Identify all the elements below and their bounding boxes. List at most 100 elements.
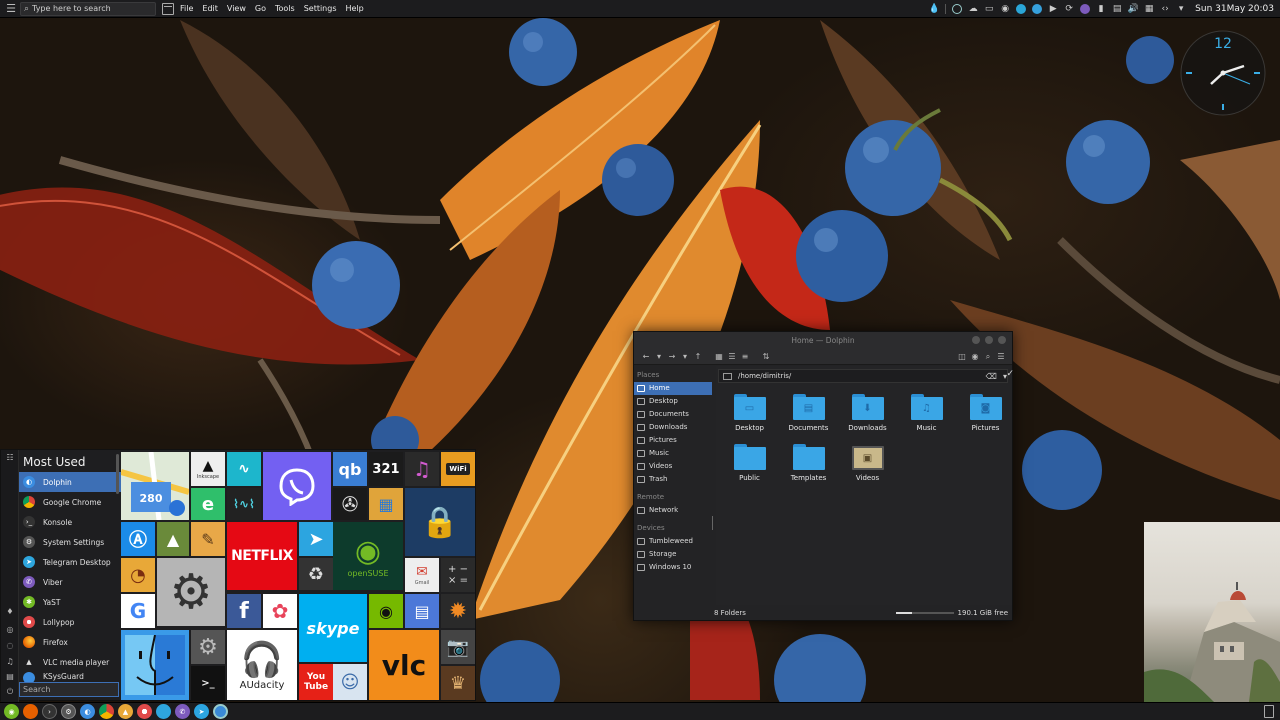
telegram-tray-icon[interactable] [1030,2,1044,16]
tile-nvidia[interactable]: ◉ [369,594,403,628]
droplet-icon[interactable]: 💧 [927,2,941,16]
settings-dot-icon[interactable]: ◉ [998,2,1012,16]
dolphin-icon[interactable]: ◐ [80,704,95,719]
lollypop-icon[interactable] [137,704,152,719]
volume-icon[interactable]: 🔊 [1126,2,1140,16]
places-item-home[interactable]: Home [634,382,712,395]
tile-green-e[interactable]: e [191,488,225,520]
minimize-button[interactable] [972,336,980,344]
tile-wifi[interactable]: WiFi [441,452,475,486]
active-app-icon[interactable] [213,704,228,719]
tile-viber[interactable] [263,452,331,520]
clear-location-icon[interactable]: ⌫ [986,372,997,381]
details-view-icon[interactable]: ≡ [739,351,751,363]
places-item-network[interactable]: Network [634,504,712,517]
app-firefox[interactable]: Firefox [19,632,121,652]
folder-music[interactable]: ♫ Music [897,390,956,440]
app-dolphin[interactable]: ◐ Dolphin [19,472,121,492]
tile-wave[interactable]: ∿ [227,452,261,486]
power-icon[interactable]: ⏻ [1,684,19,699]
menu-view[interactable]: View [227,4,246,13]
tile-netflix[interactable]: NETFLIX [227,522,297,590]
network-arrows-icon[interactable]: ‹› [1158,2,1172,16]
forward-icon[interactable]: → [666,351,678,363]
folder-templates[interactable]: Templates [779,440,838,490]
viber-tray-icon[interactable] [1078,2,1092,16]
start-menu-search-input[interactable]: Search [19,682,119,697]
menu-file[interactable]: File [180,4,193,13]
places-item-videos[interactable]: Videos [634,460,712,473]
tile-youtube[interactable]: You Tube [299,664,333,700]
folder-documents[interactable]: ▤ Documents [779,390,838,440]
battery-icon[interactable]: ▮ [1094,2,1108,16]
app-google-chrome[interactable]: Google Chrome [19,492,121,512]
music-note-icon[interactable]: ♫ [1,654,19,669]
tile-recycle[interactable]: ♻ [299,558,333,590]
tile-skype[interactable]: skype [299,594,367,662]
preview-icon[interactable]: ◉ [969,351,981,363]
device-item-windows[interactable]: Windows 10 [634,561,712,574]
analog-clock-widget[interactable]: 12 [1178,28,1268,118]
window-titlebar[interactable]: Home — Dolphin [634,332,1012,349]
app-vlc[interactable]: ▲ VLC media player [19,652,121,672]
menu-help[interactable]: Help [346,4,364,13]
tile-photos[interactable]: ✿ [263,594,297,628]
tile-finder[interactable] [121,630,189,700]
window-app-icon[interactable] [162,2,174,15]
tile-qbittorrent[interactable]: qb [333,452,367,486]
app-yast[interactable]: ✱ YaST [19,592,121,612]
tile-gimp[interactable]: ✎ [191,522,225,556]
app-blue-icon[interactable] [156,704,171,719]
folder-pictures[interactable]: ◙ Pictures [956,390,1015,440]
tile-telegram[interactable]: ➤ [299,522,333,556]
vlc-icon[interactable]: ▲ [118,704,133,719]
tile-maps[interactable]: 280 [121,452,189,520]
tile-camera[interactable]: 📷 [441,630,475,664]
back-dropdown-icon[interactable]: ▾ [653,351,665,363]
app-ksysguard[interactable]: KSysGuard [19,672,121,682]
settings-gear-icon[interactable]: ⚙ [61,704,76,719]
up-icon[interactable]: ↑ [692,351,704,363]
tile-sysmon[interactable]: ⌇∿⌇ [227,488,261,520]
folder-desktop[interactable]: ▭ Desktop [720,390,779,440]
tile-sun[interactable]: ✹ [441,594,475,628]
menu-settings[interactable]: Settings [304,4,337,13]
places-item-trash[interactable]: Trash [634,473,712,486]
app-lollypop[interactable]: Lollypop [19,612,121,632]
tile-video-reel[interactable]: ✇ [333,488,367,520]
tile-landscape[interactable]: ▲ [157,522,189,556]
digital-clock[interactable]: Sun 31May 20:03 [1195,4,1274,14]
places-item-downloads[interactable]: Downloads [634,421,712,434]
clipboard-icon[interactable]: ▤ [1110,2,1124,16]
sync-icon[interactable]: ⟳ [1062,2,1076,16]
viber-icon[interactable]: ✆ [175,704,190,719]
back-icon[interactable]: ← [640,351,652,363]
globe-icon[interactable]: ◌ [1,638,19,653]
tile-vlc[interactable]: vlc [369,630,439,700]
device-item-storage[interactable]: Storage [634,548,712,561]
confirm-location-icon[interactable]: ✓ [1006,369,1014,379]
opensuse-launcher-icon[interactable]: ◉ [4,704,19,719]
file-view[interactable]: /home/dimitris/ ⌫ ▾ ✓ ▭ Desktop ▤ Docume… [716,366,1015,605]
konsole-icon[interactable]: › [42,704,57,719]
search-input[interactable]: ⌕ Type here to search [20,1,156,16]
photo-frame-widget[interactable] [1144,522,1280,702]
tile-gear-small[interactable]: ⚙ [191,630,225,664]
folder-downloads[interactable]: ⬇ Downloads [838,390,897,440]
tile-opensuse[interactable]: ◉ openSUSE [333,522,403,590]
category-icon[interactable]: ♦ [1,604,19,619]
tile-icon-art[interactable]: ♛ [441,666,475,700]
location-bar[interactable]: /home/dimitris/ ⌫ ▾ [718,369,1008,383]
menu-tools[interactable]: Tools [275,4,295,13]
start-menu[interactable]: ☷ ♦ ◎ ◌ ♫ ▤ ⏻ Most Used ◐ Dolphin Google … [0,449,476,702]
weather-icon[interactable]: ☁ [966,2,980,16]
tile-system-settings[interactable]: ⚙ [157,558,225,626]
hamburger-menu-icon[interactable]: ☰ [995,351,1007,363]
menu-edit[interactable]: Edit [202,4,218,13]
firefox-icon[interactable] [23,704,38,719]
places-item-documents[interactable]: Documents [634,408,712,421]
tile-music[interactable]: ♫ [405,452,439,486]
tile-firefox[interactable]: ◔ [121,558,155,592]
device-item-tumbleweed[interactable]: Tumbleweed [634,535,712,548]
close-button[interactable] [998,336,1006,344]
